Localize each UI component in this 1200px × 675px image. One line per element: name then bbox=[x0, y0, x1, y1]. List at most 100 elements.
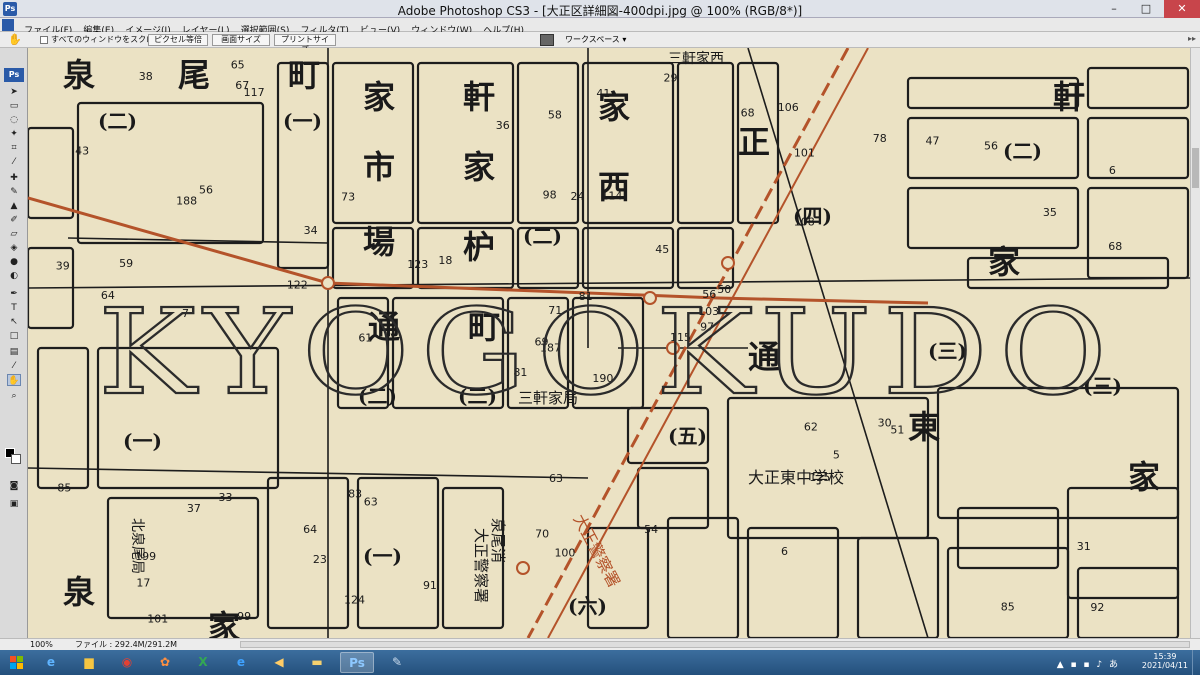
speaker-icon[interactable]: ◀ bbox=[262, 652, 296, 673]
gradient-tool-icon[interactable]: ◈ bbox=[7, 242, 21, 254]
map-lot-number: 68 bbox=[1108, 240, 1122, 253]
file-size-info[interactable]: ファイル : 292.4M/291.2M bbox=[75, 639, 177, 650]
map-lot-number: 54 bbox=[644, 523, 658, 536]
minimize-button[interactable]: – bbox=[1100, 0, 1128, 18]
system-tray-icons[interactable]: ▲ ▪ ▪ ♪ あ bbox=[1057, 657, 1120, 670]
hand-tool-icon[interactable]: ✋ bbox=[8, 34, 22, 46]
windows-logo-yellow bbox=[17, 663, 23, 669]
horizontal-scrollbar[interactable] bbox=[240, 641, 1190, 648]
history-brush-tool-icon[interactable]: ✐ bbox=[7, 214, 21, 226]
workspace-icon[interactable] bbox=[540, 34, 554, 46]
map-block-label: (五) bbox=[668, 424, 707, 448]
clone-stamp-tool-icon[interactable]: ▲ bbox=[7, 200, 21, 212]
map-block-label: (六) bbox=[568, 594, 607, 618]
shape-tool-icon[interactable]: □ bbox=[7, 330, 21, 342]
crop-tool-icon[interactable]: ⌗ bbox=[7, 142, 21, 154]
clock[interactable]: 15:39 2021/04/11 bbox=[1142, 652, 1188, 673]
map-lot-number: 67 bbox=[235, 79, 249, 92]
folder-icon[interactable]: ▬ bbox=[300, 652, 334, 673]
marquee-tool-icon[interactable]: ▭ bbox=[7, 100, 21, 112]
document-canvas[interactable]: 190 188 187 199 56 63 106 114 101 115 117 92 7 6 81 108… bbox=[28, 48, 1190, 638]
edge-icon[interactable]: e bbox=[224, 652, 258, 673]
map-lot-number: 47 bbox=[926, 135, 940, 148]
map-large-label: 正 bbox=[738, 123, 770, 161]
actual-pixels-button[interactable]: ピクセル等倍 bbox=[148, 34, 208, 46]
brush-tool-icon[interactable]: ✎ bbox=[7, 186, 21, 198]
start-button[interactable] bbox=[4, 653, 30, 672]
map-street-label: 大正警察署 bbox=[472, 528, 490, 603]
print-size-button[interactable]: プリントサイズ bbox=[274, 34, 336, 54]
workspace-menu[interactable]: ワークスペース ▾ bbox=[565, 34, 626, 45]
brush-icon[interactable]: ✎ bbox=[380, 652, 414, 673]
scroll-all-checkbox[interactable] bbox=[40, 36, 48, 44]
map-large-label: 枦 bbox=[463, 228, 495, 266]
map-lot-number: 36 bbox=[496, 119, 510, 132]
vertical-scrollbar[interactable] bbox=[1190, 48, 1200, 638]
map-street-label: 北泉尾局 bbox=[129, 518, 146, 574]
map-lot-number: 85 bbox=[57, 482, 71, 495]
map-large-label: 泉 bbox=[63, 573, 95, 611]
explorer-icon[interactable]: ▆ bbox=[72, 652, 106, 673]
fit-screen-button[interactable]: 画面サイズ bbox=[212, 34, 270, 46]
map-lot-number: 188 bbox=[176, 195, 197, 208]
eyedropper-tool-icon[interactable]: ⁄ bbox=[7, 360, 21, 372]
ie-icon[interactable]: e bbox=[34, 652, 68, 673]
map-lot-number: 98 bbox=[543, 188, 557, 201]
map-large-label: 家 bbox=[988, 243, 1020, 281]
zoom-tool-icon[interactable]: ⌕ bbox=[7, 390, 21, 402]
quick-mask-icon[interactable]: ◙ bbox=[7, 480, 21, 492]
map-large-label: 家 bbox=[208, 608, 240, 638]
close-button[interactable]: ✕ bbox=[1164, 0, 1200, 18]
pen-tool-icon[interactable]: ✒ bbox=[7, 288, 21, 300]
blur-tool-icon[interactable]: ● bbox=[7, 256, 21, 268]
map-street-label: 泉尾消 bbox=[489, 518, 507, 563]
map-lot-number: 65 bbox=[231, 59, 245, 72]
map-lot-number: 73 bbox=[341, 191, 355, 204]
photoshop-icon[interactable]: Ps bbox=[340, 652, 374, 673]
panel-collapse-icon[interactable]: ▸▸ bbox=[1188, 34, 1196, 43]
eraser-tool-icon[interactable]: ▱ bbox=[7, 228, 21, 240]
map-block-label: (二) bbox=[1003, 139, 1042, 163]
path-selection-tool-icon[interactable]: ↖ bbox=[7, 316, 21, 328]
map-block-label: (二) bbox=[523, 224, 562, 248]
chrome-icon[interactable]: ◉ bbox=[110, 652, 144, 673]
map-lot-number: 101 bbox=[794, 146, 815, 159]
hand-tool-active-icon[interactable]: ✋ bbox=[7, 374, 21, 386]
toolbox-logo: Ps bbox=[4, 68, 24, 82]
title-bar: Ps Adobe Photoshop CS3 - [大正区詳細図-400dpi.… bbox=[0, 0, 1200, 18]
maximize-button[interactable]: □ bbox=[1132, 0, 1160, 18]
map-lot-number: 56 bbox=[199, 183, 213, 196]
healing-brush-tool-icon[interactable]: ✚ bbox=[7, 172, 21, 184]
document-icon[interactable] bbox=[2, 19, 14, 31]
windows-logo-blue bbox=[10, 663, 16, 669]
paint-icon[interactable]: ✿ bbox=[148, 652, 182, 673]
background-color-swatch[interactable] bbox=[11, 454, 21, 464]
screen-mode-icon[interactable]: ▣ bbox=[7, 498, 21, 510]
clock-time: 15:39 bbox=[1153, 652, 1177, 661]
dodge-tool-icon[interactable]: ◐ bbox=[7, 270, 21, 282]
map-lot-number: 5 bbox=[833, 449, 840, 462]
show-desktop-button[interactable] bbox=[1192, 650, 1200, 675]
map-lot-number: 51 bbox=[890, 424, 904, 437]
map-lot-number: 29 bbox=[664, 71, 678, 84]
type-tool-icon[interactable]: T bbox=[7, 302, 21, 314]
lasso-tool-icon[interactable]: ◌ bbox=[7, 114, 21, 126]
toolbox: Ps ➤ ▭ ◌ ✦ ⌗ ⁄ ✚ ✎ ▲ ✐ ▱ ◈ ● ◐ ✒ T ↖ □ ▤… bbox=[0, 48, 28, 638]
excel-icon[interactable]: X bbox=[186, 652, 220, 673]
map-lot-number: 45 bbox=[655, 243, 669, 256]
zoom-level[interactable]: 100% bbox=[30, 639, 53, 650]
windows-logo-red bbox=[10, 656, 16, 662]
magic-wand-tool-icon[interactable]: ✦ bbox=[7, 128, 21, 140]
map-lot-number: 100 bbox=[554, 546, 575, 559]
map-lot-number: 83 bbox=[348, 487, 362, 500]
map-lot-number: 62 bbox=[804, 420, 818, 433]
notes-tool-icon[interactable]: ▤ bbox=[7, 346, 21, 358]
map-lot-number: 35 bbox=[1043, 206, 1057, 219]
slice-tool-icon[interactable]: ⁄ bbox=[7, 156, 21, 168]
move-tool-icon[interactable]: ➤ bbox=[7, 86, 21, 98]
vertical-scrollbar-thumb[interactable] bbox=[1192, 148, 1199, 188]
map-lot-number: 18 bbox=[438, 254, 452, 267]
map-large-label: 泉 bbox=[63, 56, 95, 94]
map-block-label: (一) bbox=[363, 544, 402, 568]
status-bar: 100% ファイル : 292.4M/291.2M bbox=[0, 638, 1200, 650]
